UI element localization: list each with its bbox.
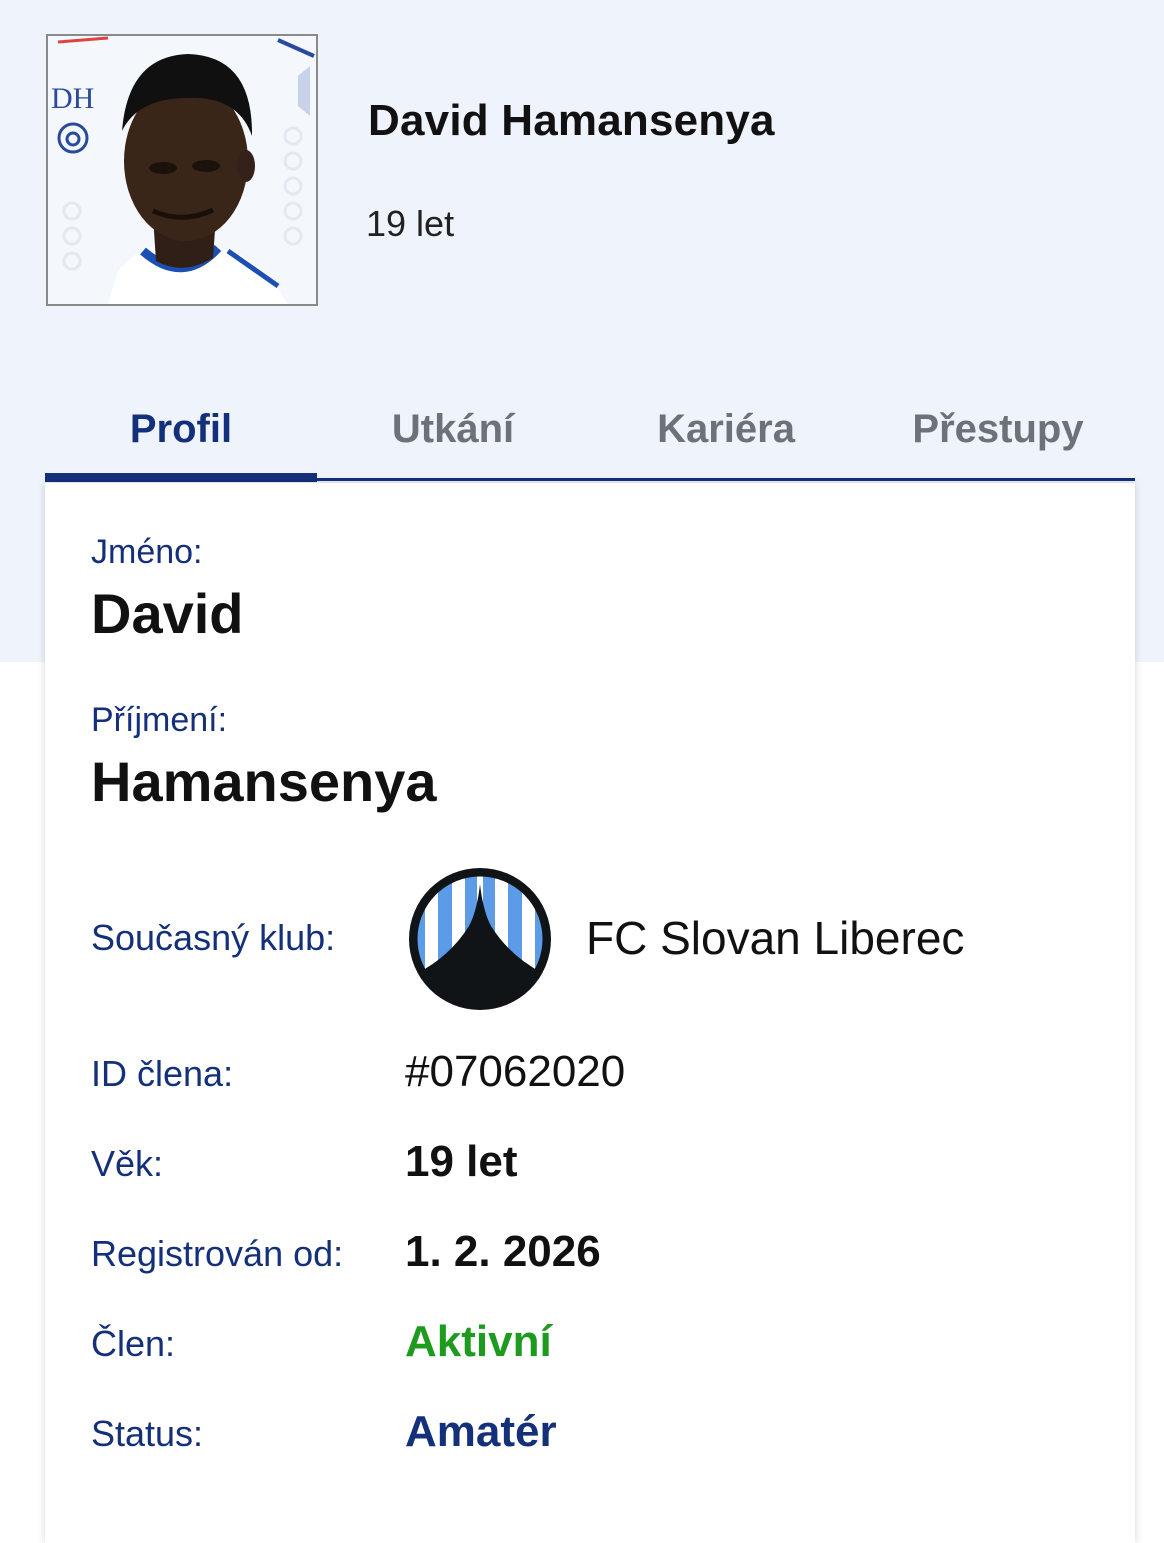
age-label: Věk: bbox=[91, 1143, 164, 1184]
first-name-label: Jméno: bbox=[91, 533, 203, 571]
tab-prestupy[interactable]: Přestupy bbox=[862, 380, 1134, 478]
profile-tabs: Profil Utkání Kariéra Přestupy bbox=[45, 380, 1135, 482]
member-id-value: #07062020 bbox=[405, 1047, 626, 1096]
active-tab-indicator bbox=[45, 473, 317, 482]
club-name-link[interactable]: FC Slovan Liberec bbox=[586, 911, 964, 965]
age-value: 19 let bbox=[405, 1137, 518, 1186]
tab-utkani[interactable]: Utkání bbox=[317, 380, 589, 478]
registered-label: Registrován od: bbox=[91, 1233, 344, 1274]
member-status-badge: Aktivní bbox=[405, 1317, 552, 1366]
profile-card: Jméno: David Příjmení: Hamansenya Součas… bbox=[45, 483, 1135, 1543]
photo-monogram: DH bbox=[51, 82, 94, 115]
last-name-label: Příjmení: bbox=[91, 701, 228, 739]
first-name-value: David bbox=[91, 582, 244, 645]
player-name: David Hamansenya bbox=[368, 96, 775, 145]
club-logo-icon[interactable] bbox=[407, 866, 553, 1012]
last-name-value: Hamansenya bbox=[91, 750, 437, 813]
tab-kariera[interactable]: Kariéra bbox=[590, 380, 862, 478]
player-photo: DH bbox=[46, 34, 318, 306]
member-label: Člen: bbox=[91, 1323, 176, 1364]
member-id-label: ID člena: bbox=[91, 1053, 234, 1094]
registered-value: 1. 2. 2026 bbox=[405, 1227, 601, 1276]
tab-profil[interactable]: Profil bbox=[45, 380, 317, 478]
status-value: Amatér bbox=[405, 1407, 557, 1456]
player-age: 19 let bbox=[366, 203, 455, 244]
club-label: Současný klub: bbox=[91, 917, 336, 958]
status-label: Status: bbox=[91, 1413, 204, 1454]
